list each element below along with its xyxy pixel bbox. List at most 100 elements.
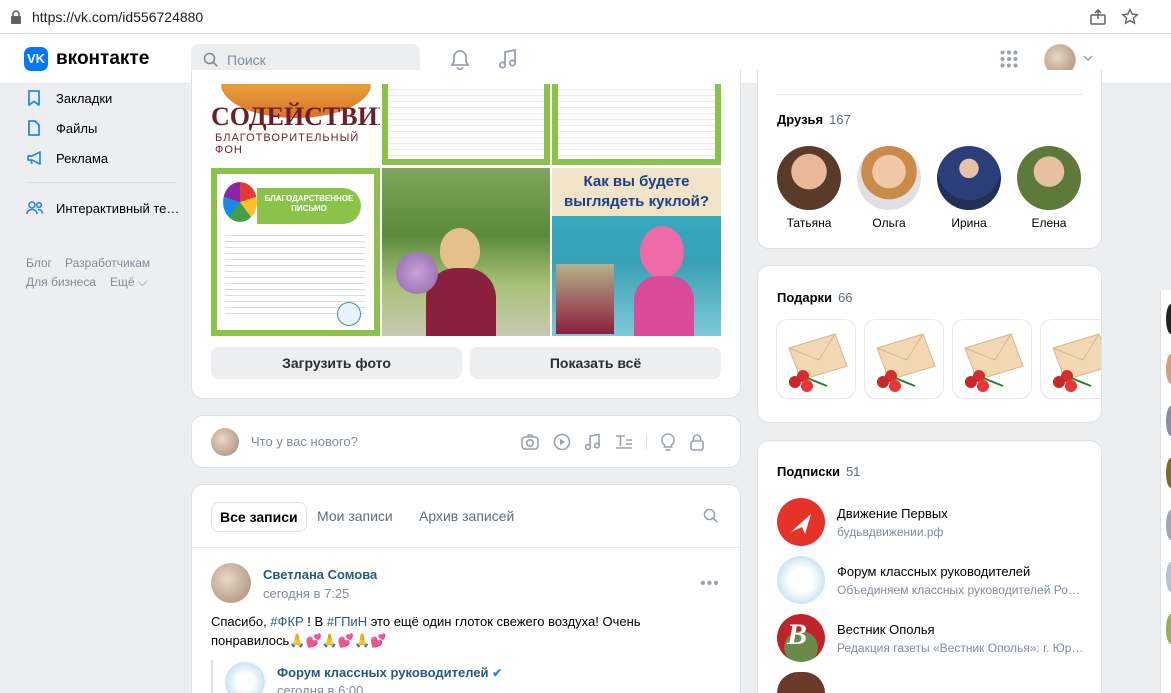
hashtag-fkr[interactable]: #ФКР: [270, 614, 303, 629]
subscriptions-title-label: Подписки: [777, 464, 840, 479]
banner-subtitle: БЛАГОТВОРИТЕЛЬНЫЙ ФОН: [215, 132, 360, 156]
sidebar-item-files[interactable]: Файлы: [26, 113, 97, 143]
gift-item[interactable]: [776, 319, 856, 399]
friend-name: Ирина: [951, 216, 987, 230]
search-icon[interactable]: [703, 508, 719, 524]
video-icon[interactable]: [552, 433, 572, 451]
repost-author-label: Форум классных руководителей: [277, 665, 489, 680]
subscription-item[interactable]: B Вестник Ополья Редакция газеты «Вестни…: [777, 614, 1087, 662]
music-note-icon[interactable]: [584, 433, 602, 451]
subscription-item[interactable]: Движение Первых будьвдвижении.рф: [777, 498, 1087, 546]
sidebar-item-bookmarks[interactable]: Закладки: [26, 83, 112, 113]
photo-banner[interactable]: СОДЕЙСТВИЕ БЛАГОТВОРИТЕЛЬНЫЙ ФОН: [211, 84, 380, 165]
footer-link-blog[interactable]: Блог: [26, 256, 52, 270]
subscription-avatar: [777, 498, 825, 546]
subscription-name: Вестник Ополья: [837, 622, 935, 637]
subscription-desc: будьвдвижении.рф: [837, 525, 944, 539]
sidebar-item-label: Реклама: [56, 150, 109, 166]
post-time[interactable]: сегодня в 7:25: [263, 586, 349, 601]
photo-diploma-3[interactable]: БЛАГОДАРСТВЕННОЕ ПИСЬМО: [211, 168, 380, 336]
megaphone-icon: [26, 150, 46, 166]
divider: [777, 94, 1083, 95]
sidebar-item-ads[interactable]: Реклама: [26, 143, 108, 173]
subscription-name: Движение Первых: [837, 506, 948, 521]
subscription-item[interactable]: Форум классных руководителей Объединяем …: [777, 556, 1087, 604]
repost-time: сегодня в 6:00: [277, 683, 364, 693]
hashtag-gpin[interactable]: #ГПиН: [327, 614, 367, 629]
chat-avatar[interactable]: [1166, 354, 1171, 384]
friend-avatar: [1017, 146, 1081, 210]
footer-link-developers[interactable]: Разработчикам: [65, 256, 150, 270]
stamp-icon: [337, 302, 361, 326]
photo-woman-flowers[interactable]: [382, 168, 550, 336]
apps-grid-icon[interactable]: [1000, 50, 1018, 68]
chat-avatar[interactable]: [1166, 458, 1171, 488]
doll-body: [634, 276, 694, 336]
gift-item[interactable]: [1040, 319, 1101, 399]
sidebar-item-label: Файлы: [56, 120, 98, 136]
sidebar-item-interactive[interactable]: Интерактивный те…: [26, 193, 179, 223]
composer-avatar: [211, 428, 239, 456]
chevron-down-icon[interactable]: [1083, 55, 1093, 61]
share-icon[interactable]: [1089, 8, 1107, 26]
show-all-photos-button[interactable]: Показать всё: [470, 347, 721, 379]
chat-avatar[interactable]: [1166, 562, 1171, 592]
subscription-avatar: [777, 556, 825, 604]
friends-title[interactable]: Друзья 167: [777, 112, 851, 127]
gifts-title[interactable]: Подарки 66: [777, 290, 853, 305]
vk-logo-text[interactable]: вконтакте: [56, 48, 149, 70]
tab-archive[interactable]: Архив записей: [419, 508, 514, 524]
chat-avatar[interactable]: [1166, 510, 1171, 540]
upload-photo-button[interactable]: Загрузить фото: [211, 347, 462, 379]
chat-avatar[interactable]: [1166, 406, 1171, 436]
vk-logo-icon[interactable]: VK: [24, 47, 48, 71]
post-text-prefix: Спасибо,: [211, 614, 271, 629]
photo-diploma-1[interactable]: [382, 84, 550, 165]
subscriptions-title[interactable]: Подписки 51: [777, 464, 860, 479]
repost-bar: [211, 660, 213, 693]
composer-tools: [520, 432, 705, 452]
friend-avatar: [937, 146, 1001, 210]
flower-logo-icon: [223, 182, 257, 222]
lock-icon: [10, 10, 22, 24]
music-icon[interactable]: [498, 48, 518, 70]
gift-item[interactable]: [864, 319, 944, 399]
gift-item[interactable]: [952, 319, 1032, 399]
file-icon: [26, 119, 46, 137]
sidebar-item-label: Закладки: [56, 90, 113, 106]
gifts-count: 66: [838, 290, 853, 305]
camera-icon[interactable]: [520, 433, 540, 451]
url-text[interactable]: https://vk.com/id556724880: [32, 9, 203, 25]
tab-all-posts[interactable]: Все записи: [211, 502, 307, 532]
bookmark-star-icon[interactable]: [1121, 8, 1139, 26]
photo-doll[interactable]: Как вы будете выглядеть куклой?: [552, 168, 721, 336]
friend-item[interactable]: Ирина: [929, 146, 1009, 230]
footer-link-more[interactable]: Ещё ⌵: [110, 275, 147, 290]
friend-item[interactable]: Елена: [1009, 146, 1089, 230]
chevron-down-icon: ⌵: [137, 275, 148, 289]
friend-item[interactable]: Татьяна: [769, 146, 849, 230]
friend-item[interactable]: Ольга: [849, 146, 929, 230]
post-author-avatar[interactable]: [211, 563, 251, 603]
photo-diploma-2[interactable]: [552, 84, 721, 165]
chat-avatar[interactable]: [1166, 614, 1171, 644]
more-options-icon[interactable]: •••: [700, 575, 720, 593]
diploma-title: БЛАГОДАРСТВЕННОЕ ПИСЬМО: [257, 188, 361, 224]
footer-link-business[interactable]: Для бизнеса: [26, 275, 96, 289]
users-icon: [26, 201, 46, 215]
lock-icon[interactable]: [689, 433, 705, 451]
search-placeholder: Поиск: [227, 52, 266, 68]
chat-avatar[interactable]: [1166, 304, 1171, 334]
article-icon[interactable]: [614, 433, 634, 451]
divider: [192, 547, 740, 548]
bulb-icon[interactable]: [659, 432, 677, 452]
friends-count: 167: [829, 112, 851, 127]
gift-envelope-icon: [1052, 333, 1101, 392]
post-author[interactable]: Светлана Сомова: [263, 567, 377, 582]
subscription-avatar: B: [777, 614, 825, 662]
composer-input[interactable]: Что у вас нового?: [251, 434, 358, 449]
repost-author[interactable]: Форум классных руководителей ✔: [277, 665, 502, 680]
tab-my-posts[interactable]: Мои записи: [317, 508, 393, 524]
notifications-bell-icon[interactable]: [450, 49, 470, 71]
footer-more-label: Ещё: [110, 275, 135, 289]
